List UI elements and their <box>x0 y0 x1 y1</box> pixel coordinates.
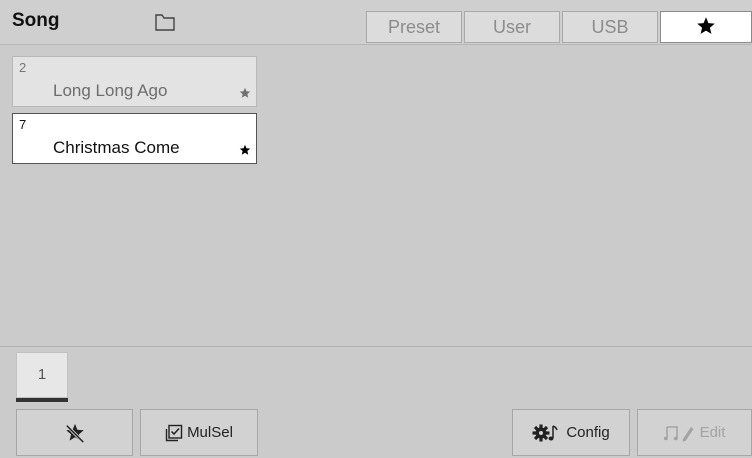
edit-button[interactable]: Edit <box>637 409 752 456</box>
song-number: 2 <box>19 60 27 75</box>
song-number: 7 <box>19 117 27 132</box>
song-item-selected[interactable]: 7 Christmas Come <box>12 113 257 164</box>
divider <box>0 346 752 347</box>
folder-icon[interactable] <box>154 12 176 32</box>
tab-usb[interactable]: USB <box>562 11 658 43</box>
multi-select-icon <box>165 424 183 441</box>
song-item[interactable]: 2 Long Long Ago <box>12 56 257 107</box>
favorite-star-icon <box>239 144 251 155</box>
unfavorite-button[interactable] <box>16 409 133 456</box>
tab-user[interactable]: User <box>464 11 560 43</box>
tab-usb-label: USB <box>591 17 629 37</box>
song-name: Long Long Ago <box>53 81 168 100</box>
config-label: Config <box>566 424 610 441</box>
tab-preset[interactable]: Preset <box>366 11 462 43</box>
page-indicator <box>16 398 68 402</box>
favorite-star-icon <box>239 87 251 98</box>
multi-select-button[interactable]: MulSel <box>140 409 258 456</box>
edit-label: Edit <box>699 424 726 441</box>
tab-preset-label: Preset <box>387 17 441 37</box>
star-icon <box>697 17 715 35</box>
page-tab-1[interactable]: 1 <box>16 352 68 398</box>
tab-favorites[interactable] <box>660 11 752 43</box>
song-name: Christmas Come <box>53 138 180 157</box>
gear-note-icon <box>532 424 559 441</box>
page-title: Song <box>12 10 60 31</box>
tab-user-label: User <box>492 17 531 37</box>
star-crossed-icon <box>65 423 84 443</box>
music-pencil-icon <box>663 425 694 441</box>
header-bar: Song Preset User USB <box>0 0 752 45</box>
config-button[interactable]: Config <box>512 409 630 456</box>
multi-select-label: MulSel <box>187 424 233 441</box>
page-number: 1 <box>37 366 47 383</box>
